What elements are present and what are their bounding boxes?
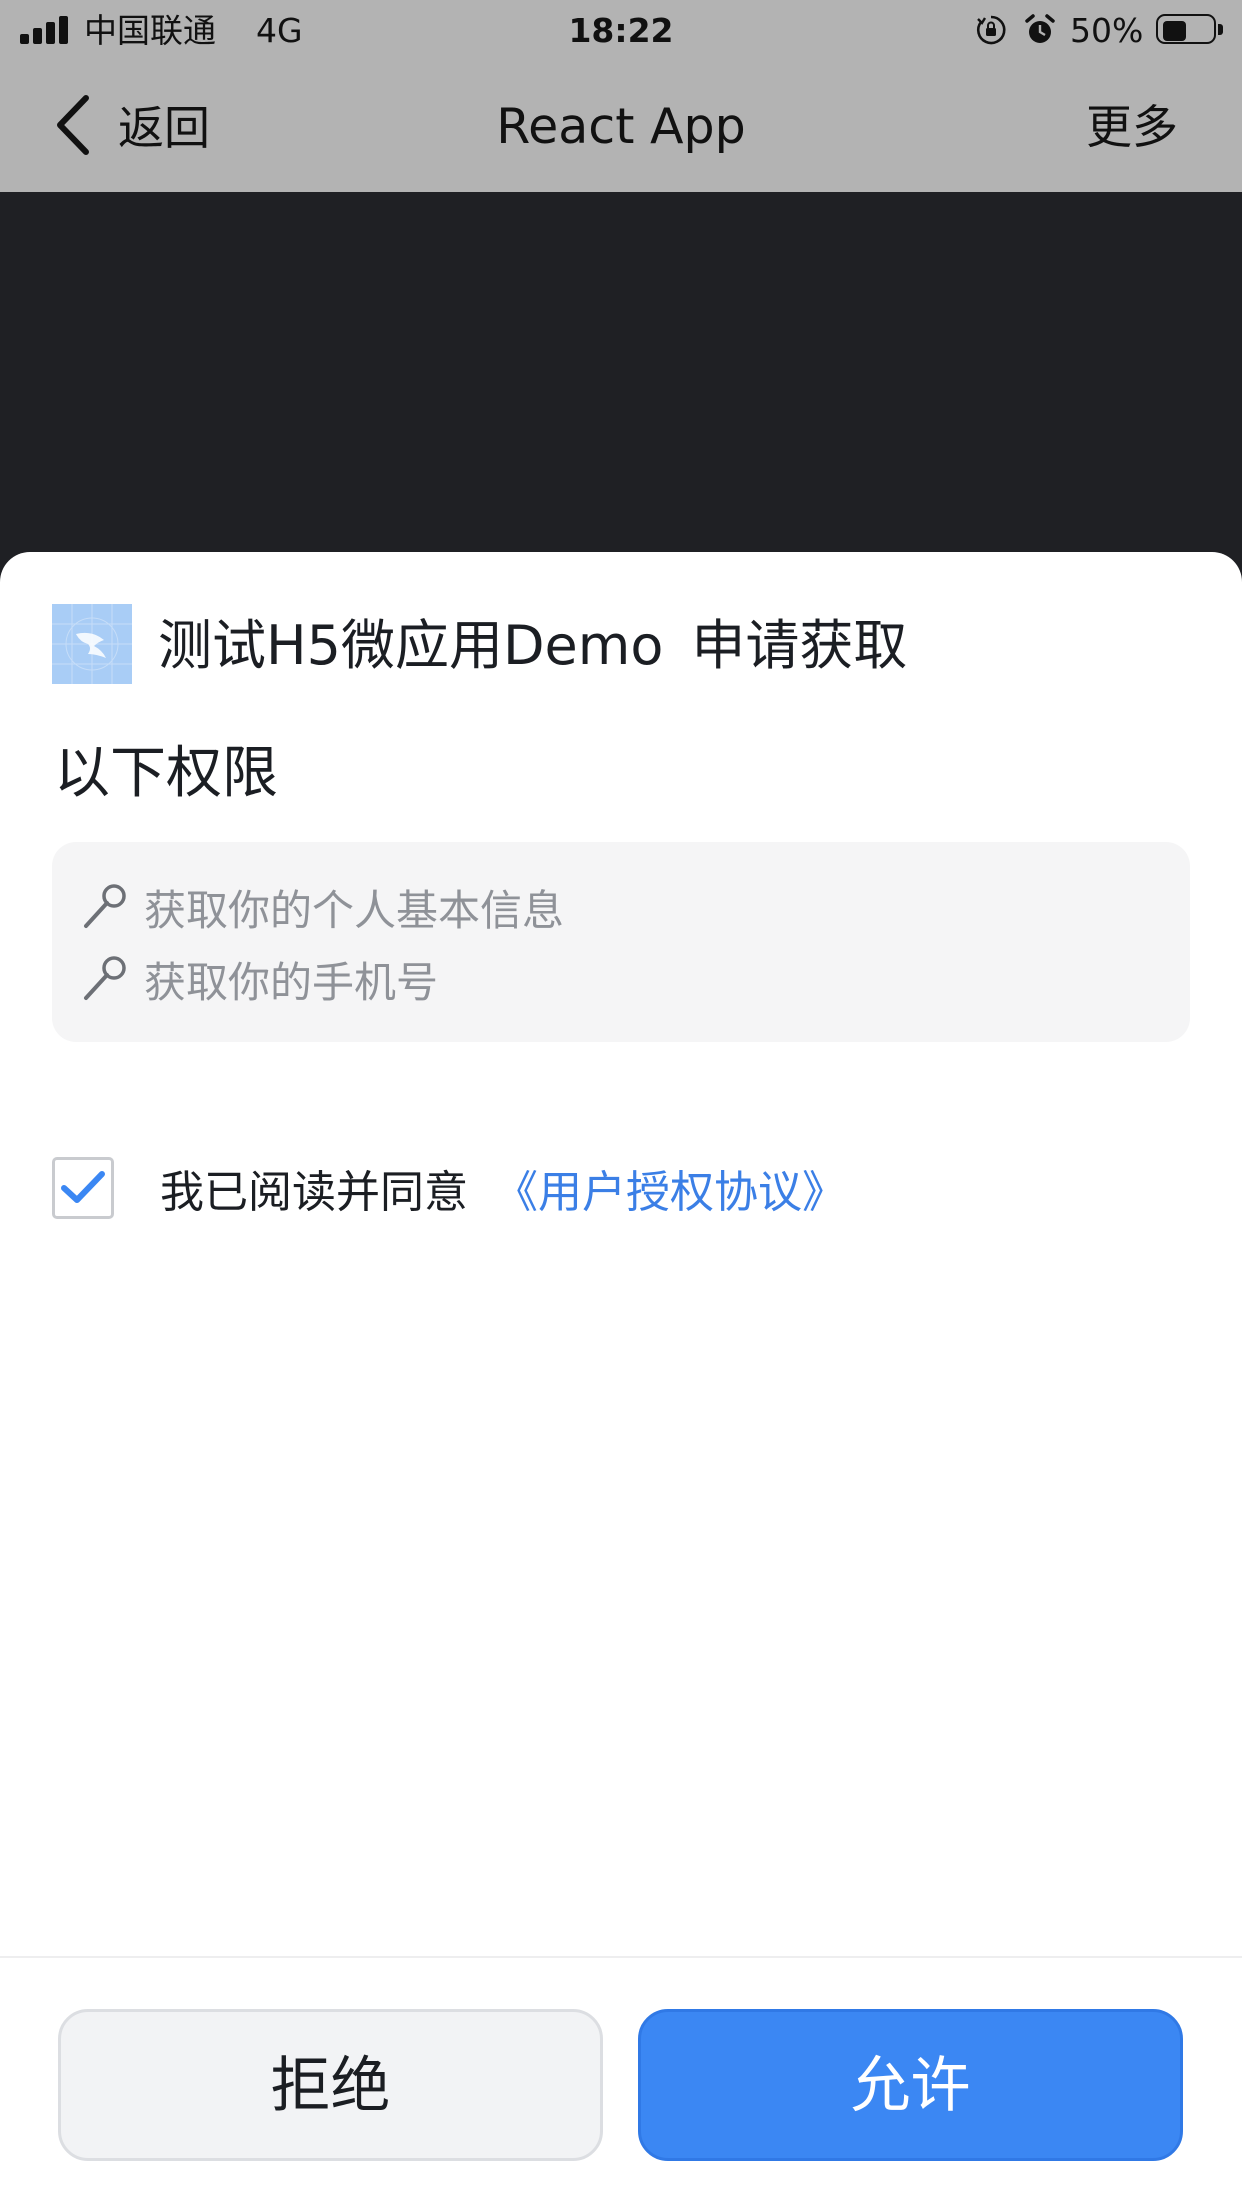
chevron-left-icon <box>57 95 89 155</box>
authorization-sheet: 测试H5微应用Demo 申请获取 以下权限 获取你的个人基本信息 获取你的手机号 … <box>0 552 1242 2208</box>
reject-button[interactable]: 拒绝 <box>58 2009 603 2161</box>
permission-list: 获取你的个人基本信息 获取你的手机号 <box>52 842 1190 1042</box>
status-bar: 中国联通 4G 18:22 50% <box>0 0 1242 62</box>
more-button[interactable]: 更多 <box>1086 62 1178 192</box>
back-button[interactable]: 返回 <box>50 90 210 160</box>
user-agreement-link[interactable]: 《用户授权协议》 <box>494 1156 846 1220</box>
orientation-lock-icon <box>976 15 1006 45</box>
permissions-heading: 以下权限 <box>54 741 278 806</box>
page-backdrop[interactable] <box>0 192 1242 582</box>
list-item: 获取你的手机号 <box>78 948 438 1010</box>
request-suffix: 申请获取 <box>691 614 908 677</box>
back-label: 返回 <box>118 101 210 155</box>
permission-label: 获取你的手机号 <box>144 957 439 1007</box>
key-icon <box>84 884 126 928</box>
request-title: 测试H5微应用Demo 申请获取 <box>158 598 907 694</box>
permission-label: 获取你的个人基本信息 <box>144 885 565 935</box>
nav-bar: React App 返回 更多 <box>0 62 1242 192</box>
agree-text: 我已阅读并同意 <box>160 1167 468 1218</box>
allow-button[interactable]: 允许 <box>638 2009 1183 2161</box>
divider <box>0 1956 1242 1958</box>
alarm-icon <box>1025 14 1055 43</box>
battery-percent: 50% <box>1070 11 1144 50</box>
checkmark-icon <box>61 1171 105 1203</box>
battery-icon <box>1156 14 1224 46</box>
list-item: 获取你的个人基本信息 <box>78 876 564 938</box>
app-icon <box>52 604 132 684</box>
agreement-row: 我已阅读并同意 《用户授权协议》 <box>52 1154 846 1222</box>
agree-checkbox[interactable] <box>52 1157 114 1219</box>
key-icon <box>84 956 126 1000</box>
app-name: 测试H5微应用Demo <box>158 614 664 677</box>
